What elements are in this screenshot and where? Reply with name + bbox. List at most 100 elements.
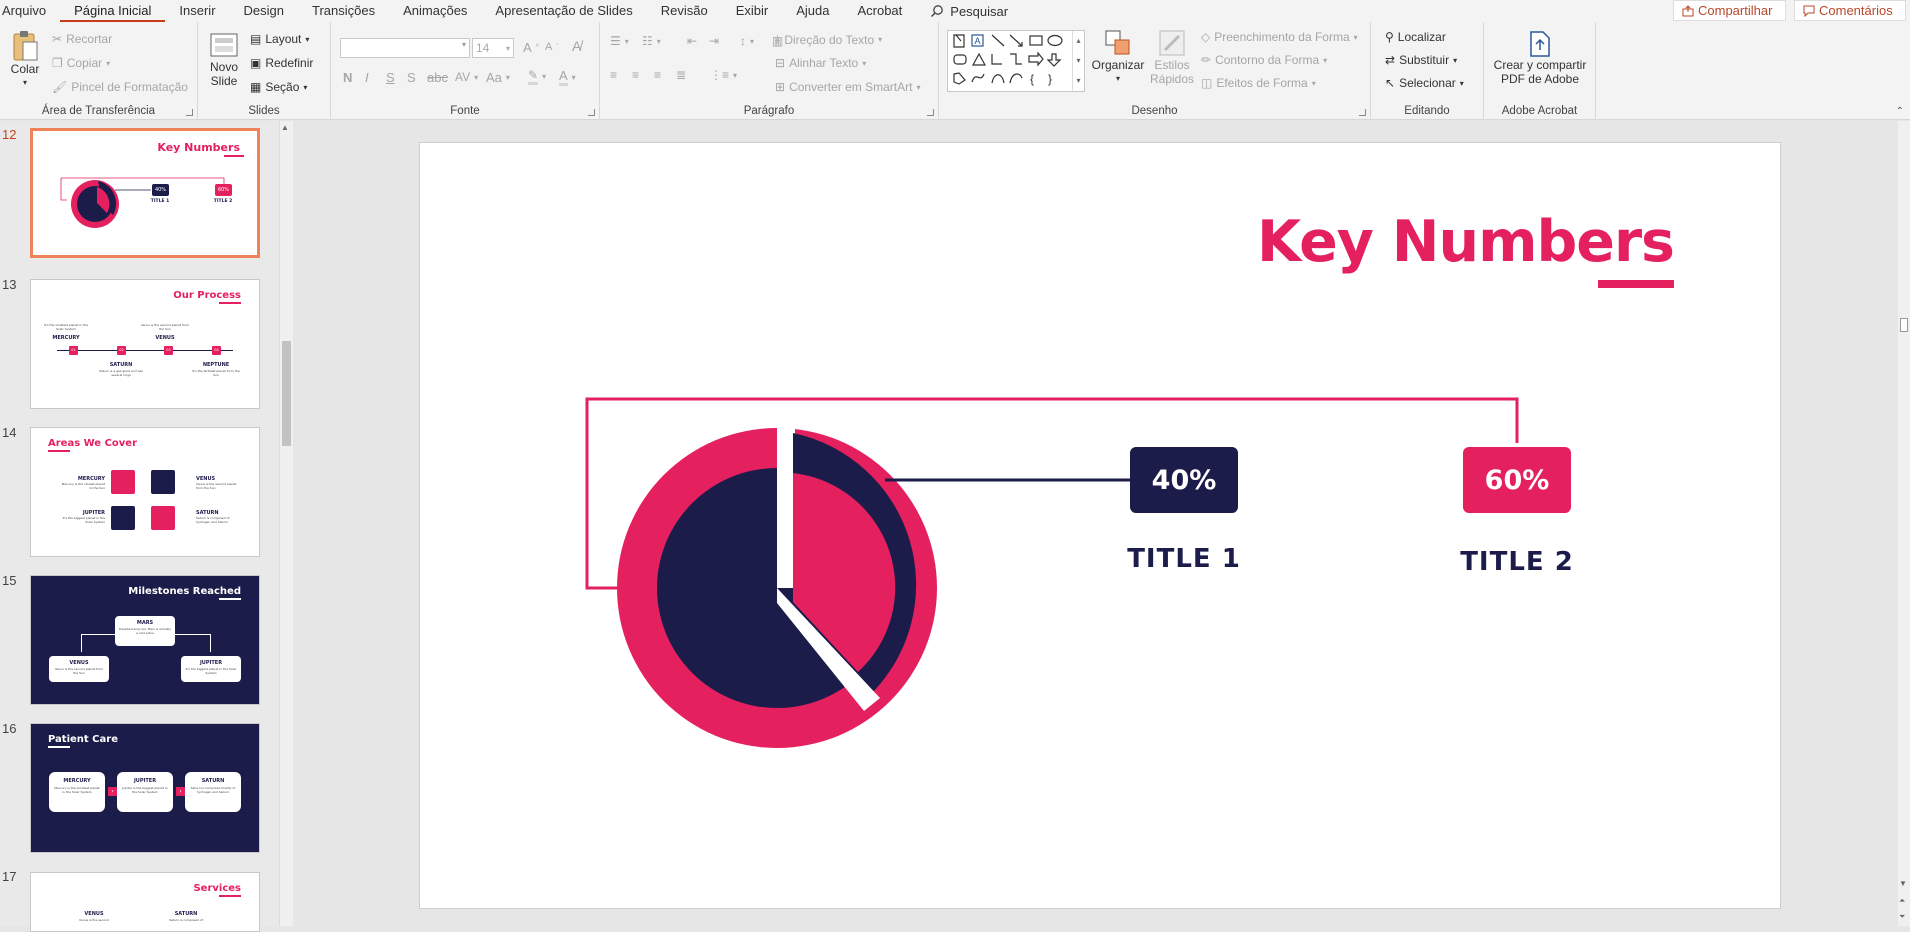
group-clipboard: Colar ▾ ✂ Recortar ❐ Copiar ▾ 🖌 Pincel de Fo…	[0, 22, 198, 120]
shapes-gallery[interactable]: A { } ▴ ▾ ▾	[947, 30, 1085, 92]
shrink-font-button[interactable]: Aˇ	[545, 41, 559, 53]
slide-canvas[interactable]: Key Numbers 40% 60% TITLE 1 TITLE 2	[419, 142, 1781, 909]
thumb-icon-tile	[151, 470, 175, 494]
slide-thumbnail-13[interactable]: Our Process It's the smallest planet in …	[30, 279, 260, 409]
tab-acrobat[interactable]: Acrobat	[843, 0, 916, 22]
next-slide-icon[interactable]: ⏷	[1899, 912, 1905, 922]
shape-effects-button[interactable]: ◫ Efeitos de Forma ▾	[1201, 76, 1316, 90]
italic-button[interactable]: I	[365, 70, 369, 85]
font-size-combo[interactable]: 14 ▾	[472, 38, 514, 58]
donut-chart[interactable]	[420, 143, 1782, 910]
tab-pagina-inicial[interactable]: Página Inicial	[60, 1, 166, 22]
align-right-button[interactable]: ≡	[654, 68, 661, 82]
shape-outline-button[interactable]: ✏ Contorno da Forma ▾	[1201, 53, 1327, 67]
smartart-button[interactable]: ⊞ Converter em SmartArt ▾	[775, 80, 920, 94]
clear-format-icon[interactable]: A̸	[572, 38, 581, 54]
group-acrobat: Crear y compartir PDF de Adobe Adobe Acr…	[1484, 22, 1596, 120]
slide-thumbnail-17[interactable]: Services VENUS Venus is the second SATUR…	[30, 872, 260, 932]
justify-button[interactable]: ≣	[676, 68, 686, 82]
thumb-badge-2: 60%	[215, 184, 232, 196]
highlight-button[interactable]: ✎ ▾	[528, 68, 546, 85]
slide-thumbnail-12[interactable]: Key Numbers 40% 60% TITLE 1 TITLE 2	[30, 128, 260, 258]
format-painter-button[interactable]: 🖌 Pincel de Formatação	[52, 80, 188, 94]
prev-slide-icon[interactable]: ⏶	[1899, 896, 1905, 906]
tab-revisao[interactable]: Revisão	[647, 0, 722, 22]
tab-animacoes[interactable]: Animações	[389, 0, 481, 22]
line-spacing-button[interactable]: ↕ ▾	[740, 34, 754, 48]
find-button[interactable]: ⚲ Localizar	[1385, 30, 1446, 44]
scrollbar-thumb[interactable]	[282, 341, 291, 446]
percent-badge-2[interactable]: 60%	[1463, 447, 1571, 513]
underline-button[interactable]: S	[386, 70, 395, 85]
quick-styles-button[interactable]: Estilos Rápidos	[1147, 28, 1197, 86]
editor-scrollbar[interactable]: ▼ ⏶ ⏷	[1898, 121, 1910, 926]
layout-button[interactable]: ▤ Layout ▾	[250, 32, 309, 46]
comments-button[interactable]: Comentários	[1794, 0, 1906, 21]
scroll-up-icon[interactable]: ▲	[281, 123, 289, 132]
thumb-text: It's the biggest planet in the Solar Sys…	[62, 516, 105, 524]
font-launcher-icon[interactable]	[588, 109, 595, 116]
thumb-badge-1: 40%	[152, 184, 169, 196]
gallery-scroll-icon[interactable]: ▴ ▾ ▾	[1072, 31, 1084, 91]
thumb-icon-tile	[151, 506, 175, 530]
create-pdf-button[interactable]: Crear y compartir PDF de Adobe	[1488, 30, 1592, 86]
shape-fill-button[interactable]: ◇ Preenchimento da Forma ▾	[1201, 30, 1358, 44]
section-button[interactable]: ▦ Seção ▾	[250, 80, 307, 94]
paragraph-launcher-icon[interactable]	[927, 109, 934, 116]
scroll-down-icon[interactable]: ▼	[1899, 879, 1907, 888]
bullets-button[interactable]: ☰ ▾	[610, 34, 629, 48]
chevron-right-icon: ›	[108, 787, 117, 796]
percent-badge-1[interactable]: 40%	[1130, 447, 1238, 513]
shadow-button[interactable]: S	[407, 70, 416, 85]
columns-button[interactable]: ⋮≡ ▾	[710, 68, 737, 82]
tab-arquivo[interactable]: Arquivo	[0, 0, 60, 22]
thumb-text: It's the farthest planet from the Sun	[192, 369, 240, 377]
collapse-ribbon-icon[interactable]: ⌃	[1896, 106, 1904, 117]
shape-effects-label: Efeitos de Forma	[1216, 76, 1308, 90]
slide-thumbnail-14[interactable]: Areas We Cover MERCURY Mercury is the cl…	[30, 427, 260, 557]
align-text-button[interactable]: ⊟ Alinhar Texto ▾	[775, 56, 866, 70]
slide-thumbnail-16[interactable]: Patient Care MERCURY Mercury is the smal…	[30, 723, 260, 853]
tab-apresentacao[interactable]: Apresentação de Slides	[481, 0, 646, 22]
clipboard-launcher-icon[interactable]	[186, 109, 193, 116]
cut-button[interactable]: ✂ Recortar	[52, 32, 112, 46]
font-color-button[interactable]: A ▾	[559, 68, 576, 86]
char-spacing-button[interactable]: AV ▾	[455, 70, 478, 84]
arrange-button[interactable]: Organizar ▾	[1089, 28, 1147, 86]
reset-button[interactable]: ▣ Redefinir	[250, 56, 313, 70]
strikethrough-button[interactable]: abc	[427, 70, 448, 85]
thumbnails-scrollbar[interactable]: ▲	[279, 121, 293, 926]
grow-font-button[interactable]: A ^	[523, 40, 539, 55]
thumb-item: MERCURY	[63, 778, 91, 784]
arrange-label: Organizar	[1091, 58, 1145, 72]
decrease-indent-button[interactable]: ⇤	[687, 34, 697, 48]
badge-title-2[interactable]: TITLE 2	[1437, 547, 1597, 577]
drawing-launcher-icon[interactable]	[1359, 109, 1366, 116]
slide-thumbnail-15[interactable]: Milestones Reached MARS Despite being re…	[30, 575, 260, 705]
new-slide-icon	[210, 33, 238, 57]
badge-title-1[interactable]: TITLE 1	[1104, 544, 1264, 574]
replace-button[interactable]: ⇄ Substituir ▾	[1385, 53, 1457, 67]
align-center-button[interactable]: ≡	[632, 68, 639, 82]
font-name-combo[interactable]: ▾	[340, 38, 470, 58]
tab-inserir[interactable]: Inserir	[165, 0, 229, 22]
paste-button[interactable]: Colar ▾	[8, 30, 42, 90]
text-direction-button[interactable]: ⤓ Direção do Texto ▾	[775, 32, 882, 47]
tab-ajuda[interactable]: Ajuda	[782, 0, 843, 22]
tab-transicoes[interactable]: Transições	[298, 0, 389, 22]
select-button[interactable]: ↖ Selecionar ▾	[1385, 76, 1464, 90]
align-left-button[interactable]: ≡	[610, 68, 617, 82]
increase-indent-button[interactable]: ⇥	[709, 34, 719, 48]
scrollbar-marker[interactable]	[1900, 318, 1908, 332]
tab-exibir[interactable]: Exibir	[722, 0, 783, 22]
new-slide-button[interactable]: Novo Slide	[206, 30, 242, 88]
shape-fill-label: Preenchimento da Forma	[1214, 30, 1350, 44]
change-case-button[interactable]: Aa ▾	[486, 70, 510, 85]
search-box[interactable]: Pesquisar	[916, 4, 1008, 19]
thumb-text: Venus is the second planet from the Sun	[54, 667, 104, 675]
copy-button[interactable]: ❐ Copiar ▾	[52, 56, 110, 70]
share-button[interactable]: Compartilhar	[1673, 0, 1786, 21]
tab-design[interactable]: Design	[230, 0, 298, 22]
bold-button[interactable]: N	[343, 70, 352, 85]
numbering-button[interactable]: ☷ ▾	[642, 34, 661, 48]
